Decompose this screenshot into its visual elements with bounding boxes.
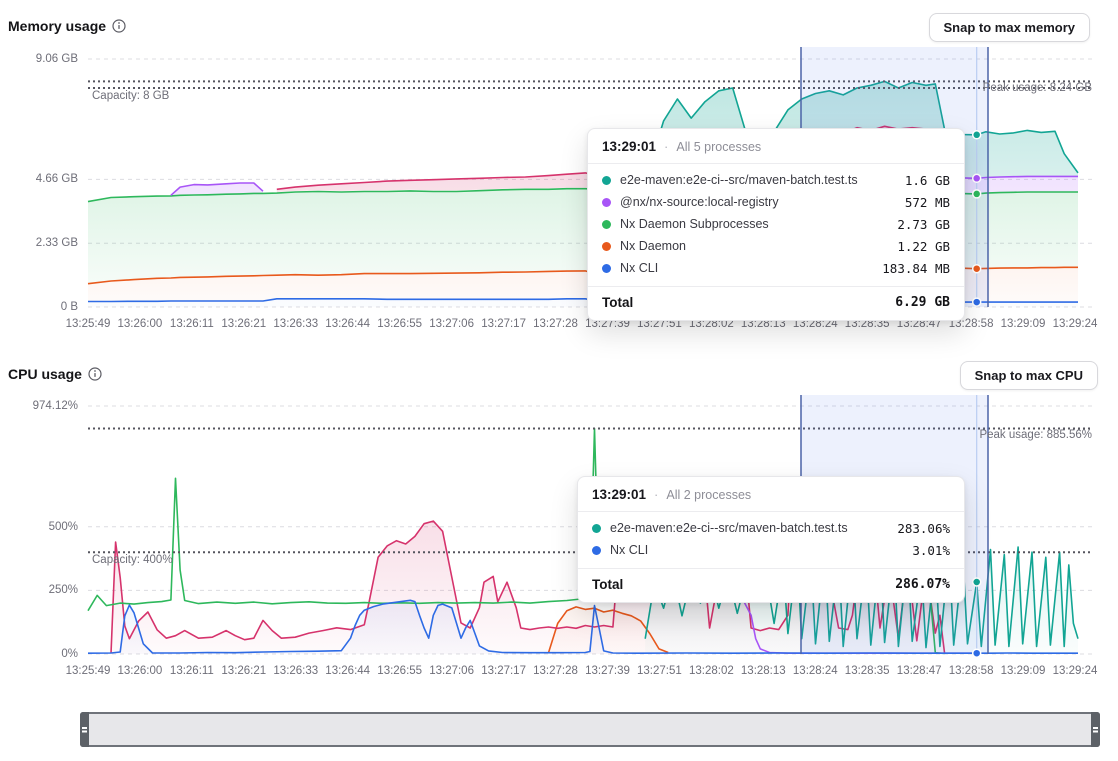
y-axis-tick: 500% (0, 520, 78, 534)
series-value: 572 MB (905, 195, 950, 210)
memory-tooltip: 13:29:01 · All 5 processes e2e-maven:e2e… (587, 128, 965, 321)
total-value: 6.29 GB (895, 295, 950, 310)
tooltip-series-row: Nx Daemon 1.22 GB (602, 235, 950, 257)
total-label: Total (592, 577, 623, 592)
series-name: e2e-maven:e2e-ci--src/maven-batch.test.t… (610, 521, 888, 535)
tooltip-summary: All 2 processes (666, 488, 751, 502)
brush-handle-left[interactable] (80, 712, 89, 747)
tooltip-total-row: Total 286.07% (578, 568, 964, 602)
series-value: 1.6 GB (905, 173, 950, 188)
series-color-dot-icon (602, 264, 611, 273)
y-axis-tick: 974.12% (0, 399, 78, 413)
series-color-dot-icon (602, 198, 611, 207)
tooltip-series-row: e2e-maven:e2e-ci--src/maven-batch.test.t… (602, 169, 950, 191)
series-name: Nx CLI (610, 543, 903, 557)
memory-section-title: Memory usage (8, 18, 126, 34)
tooltip-summary: All 5 processes (676, 140, 761, 154)
series-name: Nx CLI (620, 261, 873, 275)
series-color-dot-icon (592, 546, 601, 555)
series-color-dot-icon (592, 524, 601, 533)
series-value: 3.01% (912, 543, 950, 558)
tooltip-series-row: @nx/nx-source:local-registry 572 MB (602, 191, 950, 213)
time-range-brush[interactable] (80, 712, 1100, 747)
cpu-tooltip: 13:29:01 · All 2 processes e2e-maven:e2e… (577, 476, 965, 603)
profiler-page: Memory usage Snap to max memory CPU usag… (0, 0, 1118, 761)
series-value: 183.84 MB (882, 261, 950, 276)
cpu-capacity-label: Capacity: 400% (92, 554, 173, 566)
brush-handle-right[interactable] (1091, 712, 1100, 747)
memory-title-text: Memory usage (8, 18, 106, 34)
cpu-section-title: CPU usage (8, 366, 102, 382)
tooltip-header: 13:29:01 · All 2 processes (578, 477, 964, 512)
cpu-x-axis: 13:25:4913:26:0013:26:1113:26:2113:26:33… (0, 665, 1118, 679)
cpu-peak-label: Peak usage: 885.56% (892, 429, 1092, 441)
dot-separator: · (664, 139, 668, 154)
series-name: e2e-maven:e2e-ci--src/maven-batch.test.t… (620, 173, 896, 187)
series-color-dot-icon (602, 220, 611, 229)
series-name: Nx Daemon Subprocesses (620, 217, 888, 231)
y-axis-tick: 0% (0, 647, 78, 661)
series-color-dot-icon (602, 242, 611, 251)
tooltip-series-row: Nx CLI 183.84 MB (602, 257, 950, 279)
snap-to-max-memory-button[interactable]: Snap to max memory (929, 13, 1091, 42)
y-axis-tick: 250% (0, 583, 78, 597)
info-icon[interactable] (88, 367, 102, 381)
series-name: Nx Daemon (620, 239, 888, 253)
tooltip-series-row: Nx CLI 3.01% (592, 539, 950, 561)
x-axis-tick: 13:29:24 (1043, 318, 1107, 330)
y-axis-tick: 9.06 GB (0, 52, 78, 66)
charts-canvas[interactable] (0, 0, 1118, 761)
tooltip-rows: e2e-maven:e2e-ci--src/maven-batch.test.t… (588, 164, 964, 283)
tooltip-rows: e2e-maven:e2e-ci--src/maven-batch.test.t… (578, 512, 964, 565)
series-name: @nx/nx-source:local-registry (620, 195, 896, 209)
tooltip-series-row: Nx Daemon Subprocesses 2.73 GB (602, 213, 950, 235)
total-label: Total (602, 295, 633, 310)
series-value: 1.22 GB (897, 239, 950, 254)
series-value: 2.73 GB (897, 217, 950, 232)
tooltip-series-row: e2e-maven:e2e-ci--src/maven-batch.test.t… (592, 517, 950, 539)
y-axis-tick: 0 B (0, 300, 78, 314)
total-value: 286.07% (895, 577, 950, 592)
memory-capacity-label: Capacity: 8 GB (92, 90, 169, 102)
snap-to-max-cpu-button[interactable]: Snap to max CPU (960, 361, 1098, 390)
tooltip-time: 13:29:01 (602, 139, 656, 154)
y-axis-tick: 4.66 GB (0, 172, 78, 186)
tooltip-time: 13:29:01 (592, 487, 646, 502)
y-axis-tick: 2.33 GB (0, 236, 78, 250)
memory-peak-label: Peak usage: 8.24 GB (892, 82, 1092, 94)
dot-separator: · (654, 487, 658, 502)
series-color-dot-icon (602, 176, 611, 185)
tooltip-total-row: Total 6.29 GB (588, 286, 964, 320)
series-value: 283.06% (897, 521, 950, 536)
info-icon[interactable] (112, 19, 126, 33)
cpu-title-text: CPU usage (8, 366, 82, 382)
x-axis-tick: 13:29:24 (1043, 665, 1107, 677)
tooltip-header: 13:29:01 · All 5 processes (588, 129, 964, 164)
brush-track[interactable] (80, 712, 1100, 747)
